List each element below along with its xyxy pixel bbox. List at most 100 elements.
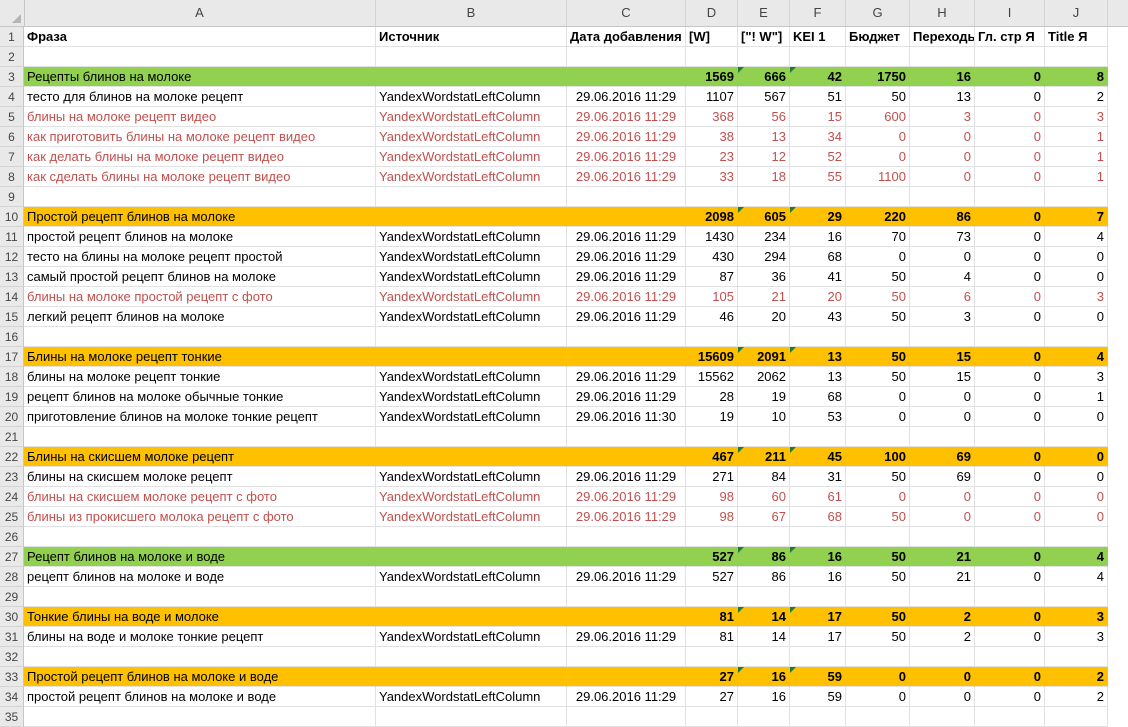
cell-f[interactable]: 45 [790,447,846,467]
cell-a[interactable]: Простой рецепт блинов на молоке и воде [24,667,376,687]
row-number[interactable]: 10 [0,207,24,227]
cell-h[interactable]: 3 [910,307,975,327]
cell-j[interactable]: 4 [1045,227,1108,247]
cell-e[interactable]: 10 [738,407,790,427]
cell-d[interactable]: 28 [686,387,738,407]
cell-j[interactable]: 1 [1045,387,1108,407]
row-number[interactable]: 27 [0,547,24,567]
cell-f[interactable]: 43 [790,307,846,327]
cell-h[interactable]: 16 [910,67,975,87]
cell-d[interactable]: 38 [686,127,738,147]
cell-f[interactable]: 13 [790,347,846,367]
cell-i[interactable]: 0 [975,207,1045,227]
cell-f[interactable]: 55 [790,167,846,187]
cell-c[interactable]: 29.06.2016 11:29 [567,87,686,107]
cell-h[interactable]: 2 [910,607,975,627]
row-number[interactable]: 7 [0,147,24,167]
cell-f[interactable]: 42 [790,67,846,87]
cell-e[interactable]: 666 [738,67,790,87]
row-number[interactable]: 17 [0,347,24,367]
cell-b[interactable] [376,707,567,727]
cell-e[interactable]: 86 [738,567,790,587]
row-number[interactable]: 9 [0,187,24,207]
cell-i[interactable]: 0 [975,487,1045,507]
cell-i[interactable]: 0 [975,667,1045,687]
cell-c[interactable]: 29.06.2016 11:29 [567,127,686,147]
cell-c[interactable]: 29.06.2016 11:29 [567,267,686,287]
row-number[interactable]: 11 [0,227,24,247]
cell-f[interactable]: 31 [790,467,846,487]
cell-j[interactable]: 1 [1045,147,1108,167]
cell-a[interactable]: рецепт блинов на молоке обычные тонкие [24,387,376,407]
cell-e[interactable] [738,327,790,347]
cell-e[interactable] [738,527,790,547]
cell-j[interactable] [1045,527,1108,547]
row-number[interactable]: 21 [0,427,24,447]
cell-b[interactable]: YandexWordstatLeftColumn [376,107,567,127]
cell-d[interactable] [686,587,738,607]
cell-h[interactable]: 15 [910,347,975,367]
cell-b[interactable]: YandexWordstatLeftColumn [376,167,567,187]
column-header-j[interactable]: J [1045,0,1108,26]
cell-b[interactable] [376,547,567,567]
cell-g[interactable]: 50 [846,87,910,107]
cell-i[interactable] [975,427,1045,447]
cell-b[interactable]: YandexWordstatLeftColumn [376,267,567,287]
cell-j[interactable]: 7 [1045,207,1108,227]
cell-f[interactable] [790,47,846,67]
cell-e[interactable]: 86 [738,547,790,567]
cell-i[interactable] [975,647,1045,667]
cell-b[interactable]: YandexWordstatLeftColumn [376,687,567,707]
cell-j[interactable]: 2 [1045,87,1108,107]
cell-c[interactable]: 29.06.2016 11:29 [567,487,686,507]
cell-a[interactable]: блины на воде и молоке тонкие рецепт [24,627,376,647]
row-number[interactable]: 1 [0,27,24,47]
cell-h[interactable]: 0 [910,247,975,267]
cell-a[interactable]: Рецепты блинов на молоке [24,67,376,87]
cell-h[interactable]: 0 [910,407,975,427]
cell-j[interactable]: 3 [1045,107,1108,127]
cell-g[interactable] [846,47,910,67]
cell-i[interactable]: 0 [975,127,1045,147]
cell-c[interactable]: 29.06.2016 11:29 [567,687,686,707]
cell-c[interactable]: Дата добавления [567,27,686,47]
cell-h[interactable]: 13 [910,87,975,107]
cell-i[interactable] [975,327,1045,347]
cell-b[interactable]: YandexWordstatLeftColumn [376,507,567,527]
cell-i[interactable]: 0 [975,267,1045,287]
row-number[interactable]: 12 [0,247,24,267]
cell-d[interactable]: 81 [686,627,738,647]
cell-c[interactable]: 29.06.2016 11:29 [567,507,686,527]
cell-a[interactable]: Блины на скисшем молоке рецепт [24,447,376,467]
row-number[interactable]: 22 [0,447,24,467]
cell-f[interactable]: 16 [790,227,846,247]
cell-d[interactable] [686,527,738,547]
cell-j[interactable]: 1 [1045,127,1108,147]
cell-g[interactable]: 50 [846,347,910,367]
cell-h[interactable]: 0 [910,507,975,527]
cell-j[interactable]: 4 [1045,567,1108,587]
cell-d[interactable]: 2098 [686,207,738,227]
cell-i[interactable] [975,47,1045,67]
cell-b[interactable]: YandexWordstatLeftColumn [376,247,567,267]
cell-a[interactable]: как сделать блины на молоке рецепт видео [24,167,376,187]
cell-c[interactable]: 29.06.2016 11:29 [567,167,686,187]
cell-g[interactable]: 600 [846,107,910,127]
cell-h[interactable]: 6 [910,287,975,307]
cell-c[interactable] [567,187,686,207]
column-header-h[interactable]: H [910,0,975,26]
cell-g[interactable] [846,527,910,547]
cell-d[interactable] [686,647,738,667]
cell-c[interactable] [567,47,686,67]
cell-e[interactable]: 60 [738,487,790,507]
cell-a[interactable]: блины на молоке простой рецепт с фото [24,287,376,307]
cell-b[interactable]: YandexWordstatLeftColumn [376,467,567,487]
cell-g[interactable]: 0 [846,487,910,507]
cell-i[interactable]: 0 [975,87,1045,107]
cell-c[interactable]: 29.06.2016 11:29 [567,367,686,387]
cell-b[interactable]: YandexWordstatLeftColumn [376,127,567,147]
cell-h[interactable]: Переходы [910,27,975,47]
cell-c[interactable]: 29.06.2016 11:29 [567,627,686,647]
cell-f[interactable] [790,647,846,667]
row-number[interactable]: 20 [0,407,24,427]
